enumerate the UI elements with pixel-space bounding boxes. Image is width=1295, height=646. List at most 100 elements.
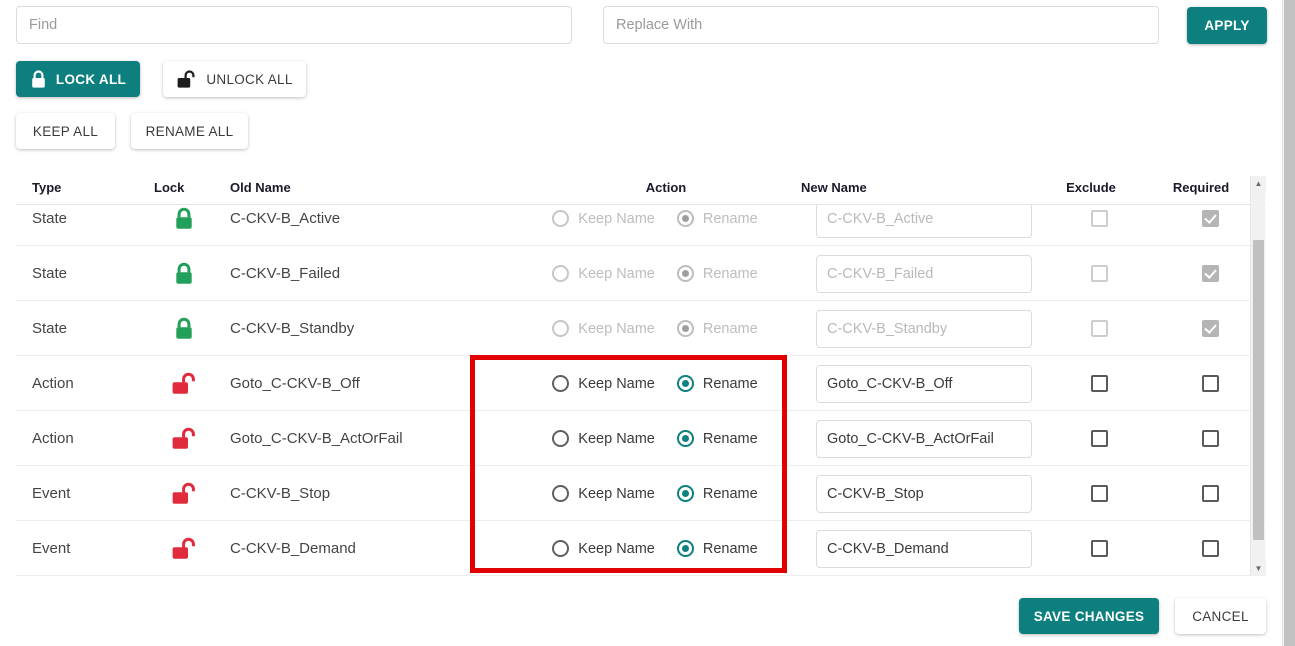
keep-all-button[interactable]: KEEP ALL (16, 113, 115, 149)
row-old-name-label: C-CKV-B_Stop (230, 485, 331, 502)
lock-open-icon[interactable] (170, 537, 198, 561)
cell-type: Event (32, 466, 142, 521)
cell-exclude (1051, 246, 1147, 301)
action-radio-group: Keep Name Rename (552, 210, 758, 227)
rename-radio-option: Rename (676, 210, 758, 227)
table-row: Action Goto_C-CKV-B_Off Keep Name Rename (16, 356, 1266, 411)
row-type-label: State (32, 320, 68, 337)
cell-type: Action (32, 411, 142, 466)
unlock-all-label: UNLOCK ALL (206, 71, 293, 87)
rename-radio[interactable] (676, 430, 694, 447)
page-scrollbar[interactable] (1282, 0, 1295, 646)
new-name-input[interactable] (816, 419, 1032, 458)
keep-name-radio (552, 210, 570, 227)
keep-name-radio[interactable] (552, 375, 570, 392)
table-row: State C-CKV-B_Failed Keep Name Rename (16, 246, 1266, 301)
cell-new-name (816, 466, 1032, 521)
lock-all-button[interactable]: LOCK ALL (16, 61, 140, 97)
find-input[interactable] (16, 6, 572, 44)
new-name-input[interactable] (816, 364, 1032, 403)
cell-old-name: Goto_C-CKV-B_ActOrFail (230, 411, 510, 466)
keep-name-radio-option[interactable]: Keep Name (552, 375, 655, 392)
row-type-label: State (32, 210, 68, 227)
new-name-input (816, 254, 1032, 293)
rename-label: Rename (702, 210, 758, 227)
rename-radio[interactable] (676, 375, 694, 392)
column-header-lock: Lock (154, 180, 185, 195)
cell-action: Keep Name Rename (510, 301, 800, 356)
scrollbar-thumb[interactable] (1253, 240, 1264, 540)
column-header-required: Required (1172, 180, 1230, 195)
rename-radio-option[interactable]: Rename (676, 430, 758, 447)
page-scrollbar-thumb[interactable] (1284, 0, 1295, 646)
exclude-checkbox[interactable] (1090, 485, 1108, 502)
rename-radio-option[interactable]: Rename (676, 375, 758, 392)
exclude-checkbox[interactable] (1090, 540, 1108, 557)
cell-new-name (816, 301, 1032, 356)
scroll-down-arrow-icon[interactable]: ▼ (1251, 561, 1266, 576)
keep-name-radio-option[interactable]: Keep Name (552, 430, 655, 447)
rename-all-button[interactable]: RENAME ALL (131, 113, 248, 149)
new-name-input (816, 309, 1032, 348)
required-checkbox (1201, 320, 1219, 337)
lock-open-icon (176, 69, 197, 89)
cell-new-name (816, 521, 1032, 576)
lock-closed-icon[interactable] (173, 262, 195, 286)
lock-open-icon[interactable] (170, 427, 198, 451)
exclude-checkbox[interactable] (1090, 430, 1108, 447)
table-body: State C-CKV-B_Active Keep Name Rename State C… (16, 205, 1266, 576)
rename-radio-option[interactable]: Rename (676, 540, 758, 557)
cell-new-name (816, 356, 1032, 411)
rename-radio-option[interactable]: Rename (676, 485, 758, 502)
rename-radio[interactable] (676, 540, 694, 557)
cell-type: Action (32, 356, 142, 411)
keep-name-radio-option[interactable]: Keep Name (552, 485, 655, 502)
cell-exclude (1051, 521, 1147, 576)
rename-radio[interactable] (676, 485, 694, 502)
rename-label: Rename (702, 485, 758, 502)
cell-lock (154, 521, 214, 576)
required-checkbox[interactable] (1201, 430, 1219, 447)
keep-name-radio-option: Keep Name (552, 320, 655, 337)
required-checkbox (1201, 265, 1219, 282)
cancel-button[interactable]: CANCEL (1175, 598, 1266, 634)
cell-new-name (816, 411, 1032, 466)
cell-required (1162, 521, 1258, 576)
keep-name-label: Keep Name (578, 485, 655, 502)
cell-type: State (32, 205, 142, 246)
keep-name-radio-option: Keep Name (552, 265, 655, 282)
new-name-input[interactable] (816, 474, 1032, 513)
required-checkbox[interactable] (1201, 485, 1219, 502)
unlock-all-button[interactable]: UNLOCK ALL (163, 61, 306, 97)
cell-action: Keep Name Rename (510, 205, 800, 246)
lock-closed-icon[interactable] (173, 207, 195, 231)
new-name-input[interactable] (816, 529, 1032, 568)
keep-name-radio (552, 265, 570, 282)
action-radio-group: Keep Name Rename (552, 320, 758, 337)
cell-required (1162, 246, 1258, 301)
table-row: State C-CKV-B_Standby Keep Name Rename (16, 301, 1266, 356)
cell-action: Keep Name Rename (510, 356, 800, 411)
cell-exclude (1051, 466, 1147, 521)
row-old-name-label: Goto_C-CKV-B_Off (230, 375, 360, 392)
required-checkbox[interactable] (1201, 540, 1219, 557)
save-changes-button[interactable]: SAVE CHANGES (1019, 598, 1159, 634)
column-header-action: Action (645, 180, 687, 195)
table-scrollbar[interactable]: ▲ ▼ (1250, 176, 1266, 576)
cell-action: Keep Name Rename (510, 411, 800, 466)
rename-label: Rename (702, 320, 758, 337)
exclude-checkbox[interactable] (1090, 375, 1108, 392)
lock-closed-icon[interactable] (173, 317, 195, 341)
required-checkbox[interactable] (1201, 375, 1219, 392)
lock-open-icon[interactable] (170, 372, 198, 396)
scroll-up-arrow-icon[interactable]: ▲ (1251, 176, 1266, 191)
keep-name-radio[interactable] (552, 430, 570, 447)
apply-button[interactable]: APPLY (1187, 7, 1267, 44)
rename-radio (676, 210, 694, 227)
keep-name-radio[interactable] (552, 485, 570, 502)
replace-with-input[interactable] (603, 6, 1159, 44)
keep-name-radio[interactable] (552, 540, 570, 557)
keep-name-radio-option[interactable]: Keep Name (552, 540, 655, 557)
rename-radio-option: Rename (676, 320, 758, 337)
lock-open-icon[interactable] (170, 482, 198, 506)
